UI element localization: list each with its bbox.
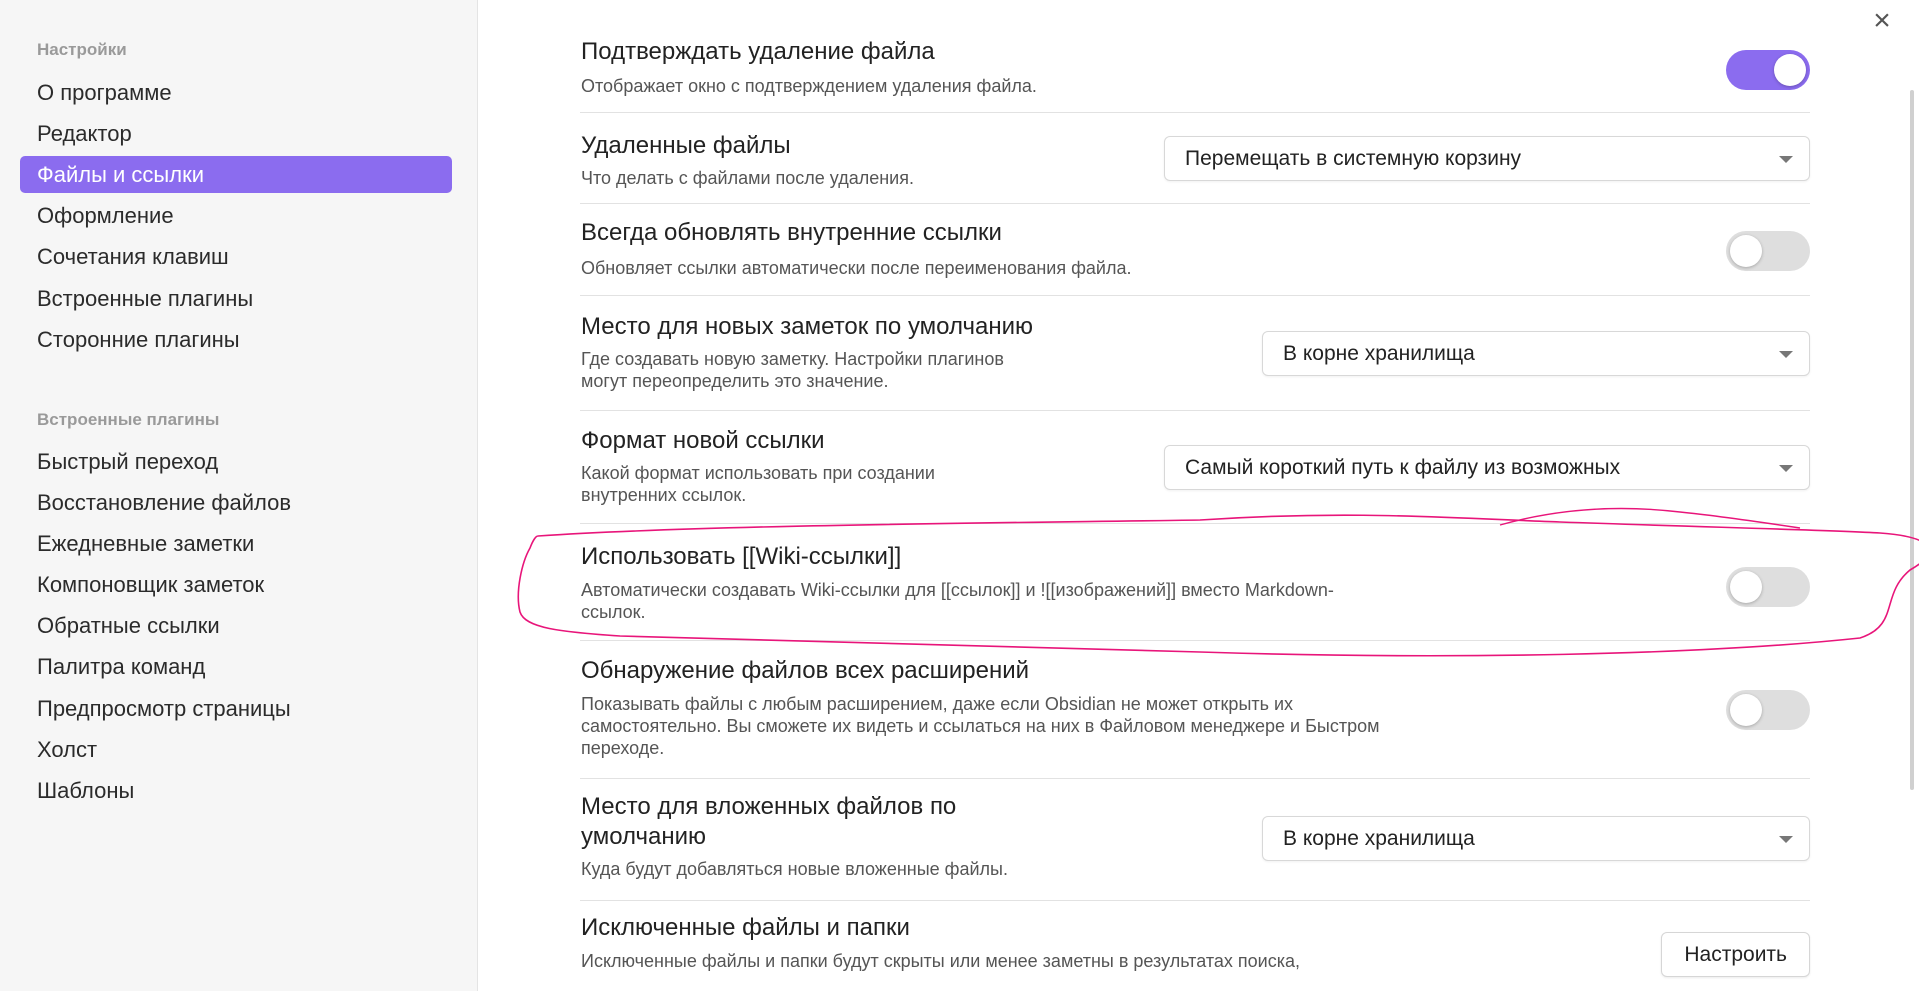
setting-description: Какой формат использовать при создании: [581, 463, 935, 483]
sidebar-item-page-preview[interactable]: Предпросмотр страницы: [20, 690, 452, 727]
setting-name: Место для новых заметок по умолчанию: [581, 313, 1033, 340]
chevron-down-icon: [1779, 156, 1793, 163]
setting-name: Формат новой ссылки: [581, 427, 825, 454]
setting-name: умолчанию: [581, 823, 707, 850]
sidebar-item-community-plugins[interactable]: Сторонние плагины: [20, 321, 452, 358]
setting-description: Что делать с файлами после удаления.: [581, 168, 914, 188]
sidebar-item-backlinks[interactable]: Обратные ссылки: [20, 607, 452, 644]
setting-detect-all-extensions: Обнаружение файлов всех расширений Показ…: [580, 640, 1810, 779]
setting-name: Удаленные файлы: [581, 132, 791, 159]
setting-description: Отображает окно с подтверждением удалени…: [581, 76, 1037, 96]
settings-content: Подтверждать удаление файла Отображает о…: [580, 0, 1810, 991]
setting-name: Место для вложенных файлов по: [581, 793, 957, 820]
chevron-down-icon: [1779, 465, 1793, 472]
sidebar-item-appearance[interactable]: Оформление: [20, 197, 452, 234]
sidebar-item-quick-switcher[interactable]: Быстрый переход: [20, 443, 452, 480]
setting-new-note-location: Место для новых заметок по умолчанию Где…: [580, 295, 1810, 411]
setting-description: внутренних ссылок.: [581, 485, 747, 505]
chevron-down-icon: [1779, 351, 1793, 358]
sidebar-item-canvas[interactable]: Холст: [20, 731, 452, 768]
sidebar-item-hotkeys[interactable]: Сочетания клавиш: [20, 238, 452, 275]
sidebar-item-command-palette[interactable]: Палитра команд: [20, 648, 452, 685]
sidebar-item-about[interactable]: О программе: [20, 74, 452, 111]
sidebar-section-settings-title: Настройки: [37, 40, 127, 59]
dropdown-value: Перемещать в системную корзину: [1185, 147, 1522, 170]
setting-description: переходе.: [581, 738, 665, 758]
sidebar-section-core-plugins-title: Встроенные плагины: [37, 410, 220, 429]
setting-name: Использовать [[Wiki-ссылки]]: [581, 543, 902, 570]
dropdown-value: Самый короткий путь к файлу из возможных: [1185, 456, 1621, 479]
attachment-location-dropdown[interactable]: В корне хранилища: [1262, 816, 1810, 861]
dropdown-value: В корне хранилища: [1283, 342, 1475, 365]
setting-description: Автоматически создавать Wiki-ссылки для …: [581, 580, 1334, 600]
sidebar-item-templates[interactable]: Шаблоны: [20, 772, 452, 809]
auto-update-links-toggle[interactable]: [1726, 231, 1810, 271]
setting-name: Обнаружение файлов всех расширений: [581, 657, 1030, 684]
setting-name: Всегда обновлять внутренние ссылки: [581, 219, 1002, 246]
sidebar-item-editor[interactable]: Редактор: [20, 115, 452, 152]
setting-description: Где создавать новую заметку. Настройки п…: [581, 349, 1004, 369]
configure-excluded-button[interactable]: Настроить: [1661, 932, 1810, 977]
new-note-location-dropdown[interactable]: В корне хранилища: [1262, 331, 1810, 376]
setting-excluded-files: Исключенные файлы и папки Исключенные фа…: [580, 900, 1810, 991]
setting-confirm-delete: Подтверждать удаление файла Отображает о…: [580, 30, 1810, 113]
setting-deleted-files: Удаленные файлы Что делать с файлами пос…: [580, 112, 1810, 204]
confirm-delete-toggle[interactable]: [1726, 50, 1810, 90]
dropdown-value: В корне хранилища: [1283, 827, 1475, 850]
setting-name: Исключенные файлы и папки: [581, 914, 910, 941]
toggle-knob: [1730, 235, 1762, 267]
use-wikilinks-toggle[interactable]: [1726, 567, 1810, 607]
setting-name: Подтверждать удаление файла: [581, 38, 935, 65]
settings-sidebar: Настройки О программе Редактор Файлы и с…: [0, 0, 478, 991]
new-link-format-dropdown[interactable]: Самый короткий путь к файлу из возможных: [1164, 445, 1810, 490]
setting-new-link-format: Формат новой ссылки Какой формат использ…: [580, 410, 1810, 524]
setting-use-wikilinks: Использовать [[Wiki-ссылки]] Автоматичес…: [580, 523, 1810, 641]
sidebar-item-files-and-links[interactable]: Файлы и ссылки: [20, 156, 452, 193]
scrollbar[interactable]: [1910, 90, 1914, 790]
setting-description: Куда будут добавляться новые вложенные ф…: [581, 859, 1008, 879]
detect-all-extensions-toggle[interactable]: [1726, 690, 1810, 730]
toggle-knob: [1730, 694, 1762, 726]
setting-description: самостоятельно. Вы сможете их видеть и с…: [581, 716, 1380, 736]
toggle-knob: [1730, 571, 1762, 603]
sidebar-item-file-recovery[interactable]: Восстановление файлов: [20, 484, 452, 521]
sidebar-item-core-plugins[interactable]: Встроенные плагины: [20, 280, 452, 317]
setting-description: Показывать файлы с любым расширением, да…: [581, 694, 1294, 714]
setting-description: могут переопределить это значение.: [581, 371, 889, 391]
setting-attachment-location: Место для вложенных файлов по умолчанию …: [580, 778, 1810, 901]
close-icon[interactable]: ×: [1867, 6, 1897, 36]
sidebar-item-daily-notes[interactable]: Ежедневные заметки: [20, 525, 452, 562]
toggle-knob: [1774, 54, 1806, 86]
setting-auto-update-links: Всегда обновлять внутренние ссылки Обнов…: [580, 203, 1810, 296]
chevron-down-icon: [1779, 836, 1793, 843]
sidebar-item-note-composer[interactable]: Компоновщик заметок: [20, 566, 452, 603]
setting-description: ссылок.: [581, 602, 646, 622]
setting-description: Исключенные файлы и папки будут скрыты и…: [581, 951, 1300, 971]
deleted-files-dropdown[interactable]: Перемещать в системную корзину: [1164, 136, 1810, 181]
setting-description: Обновляет ссылки автоматически после пер…: [581, 258, 1132, 278]
